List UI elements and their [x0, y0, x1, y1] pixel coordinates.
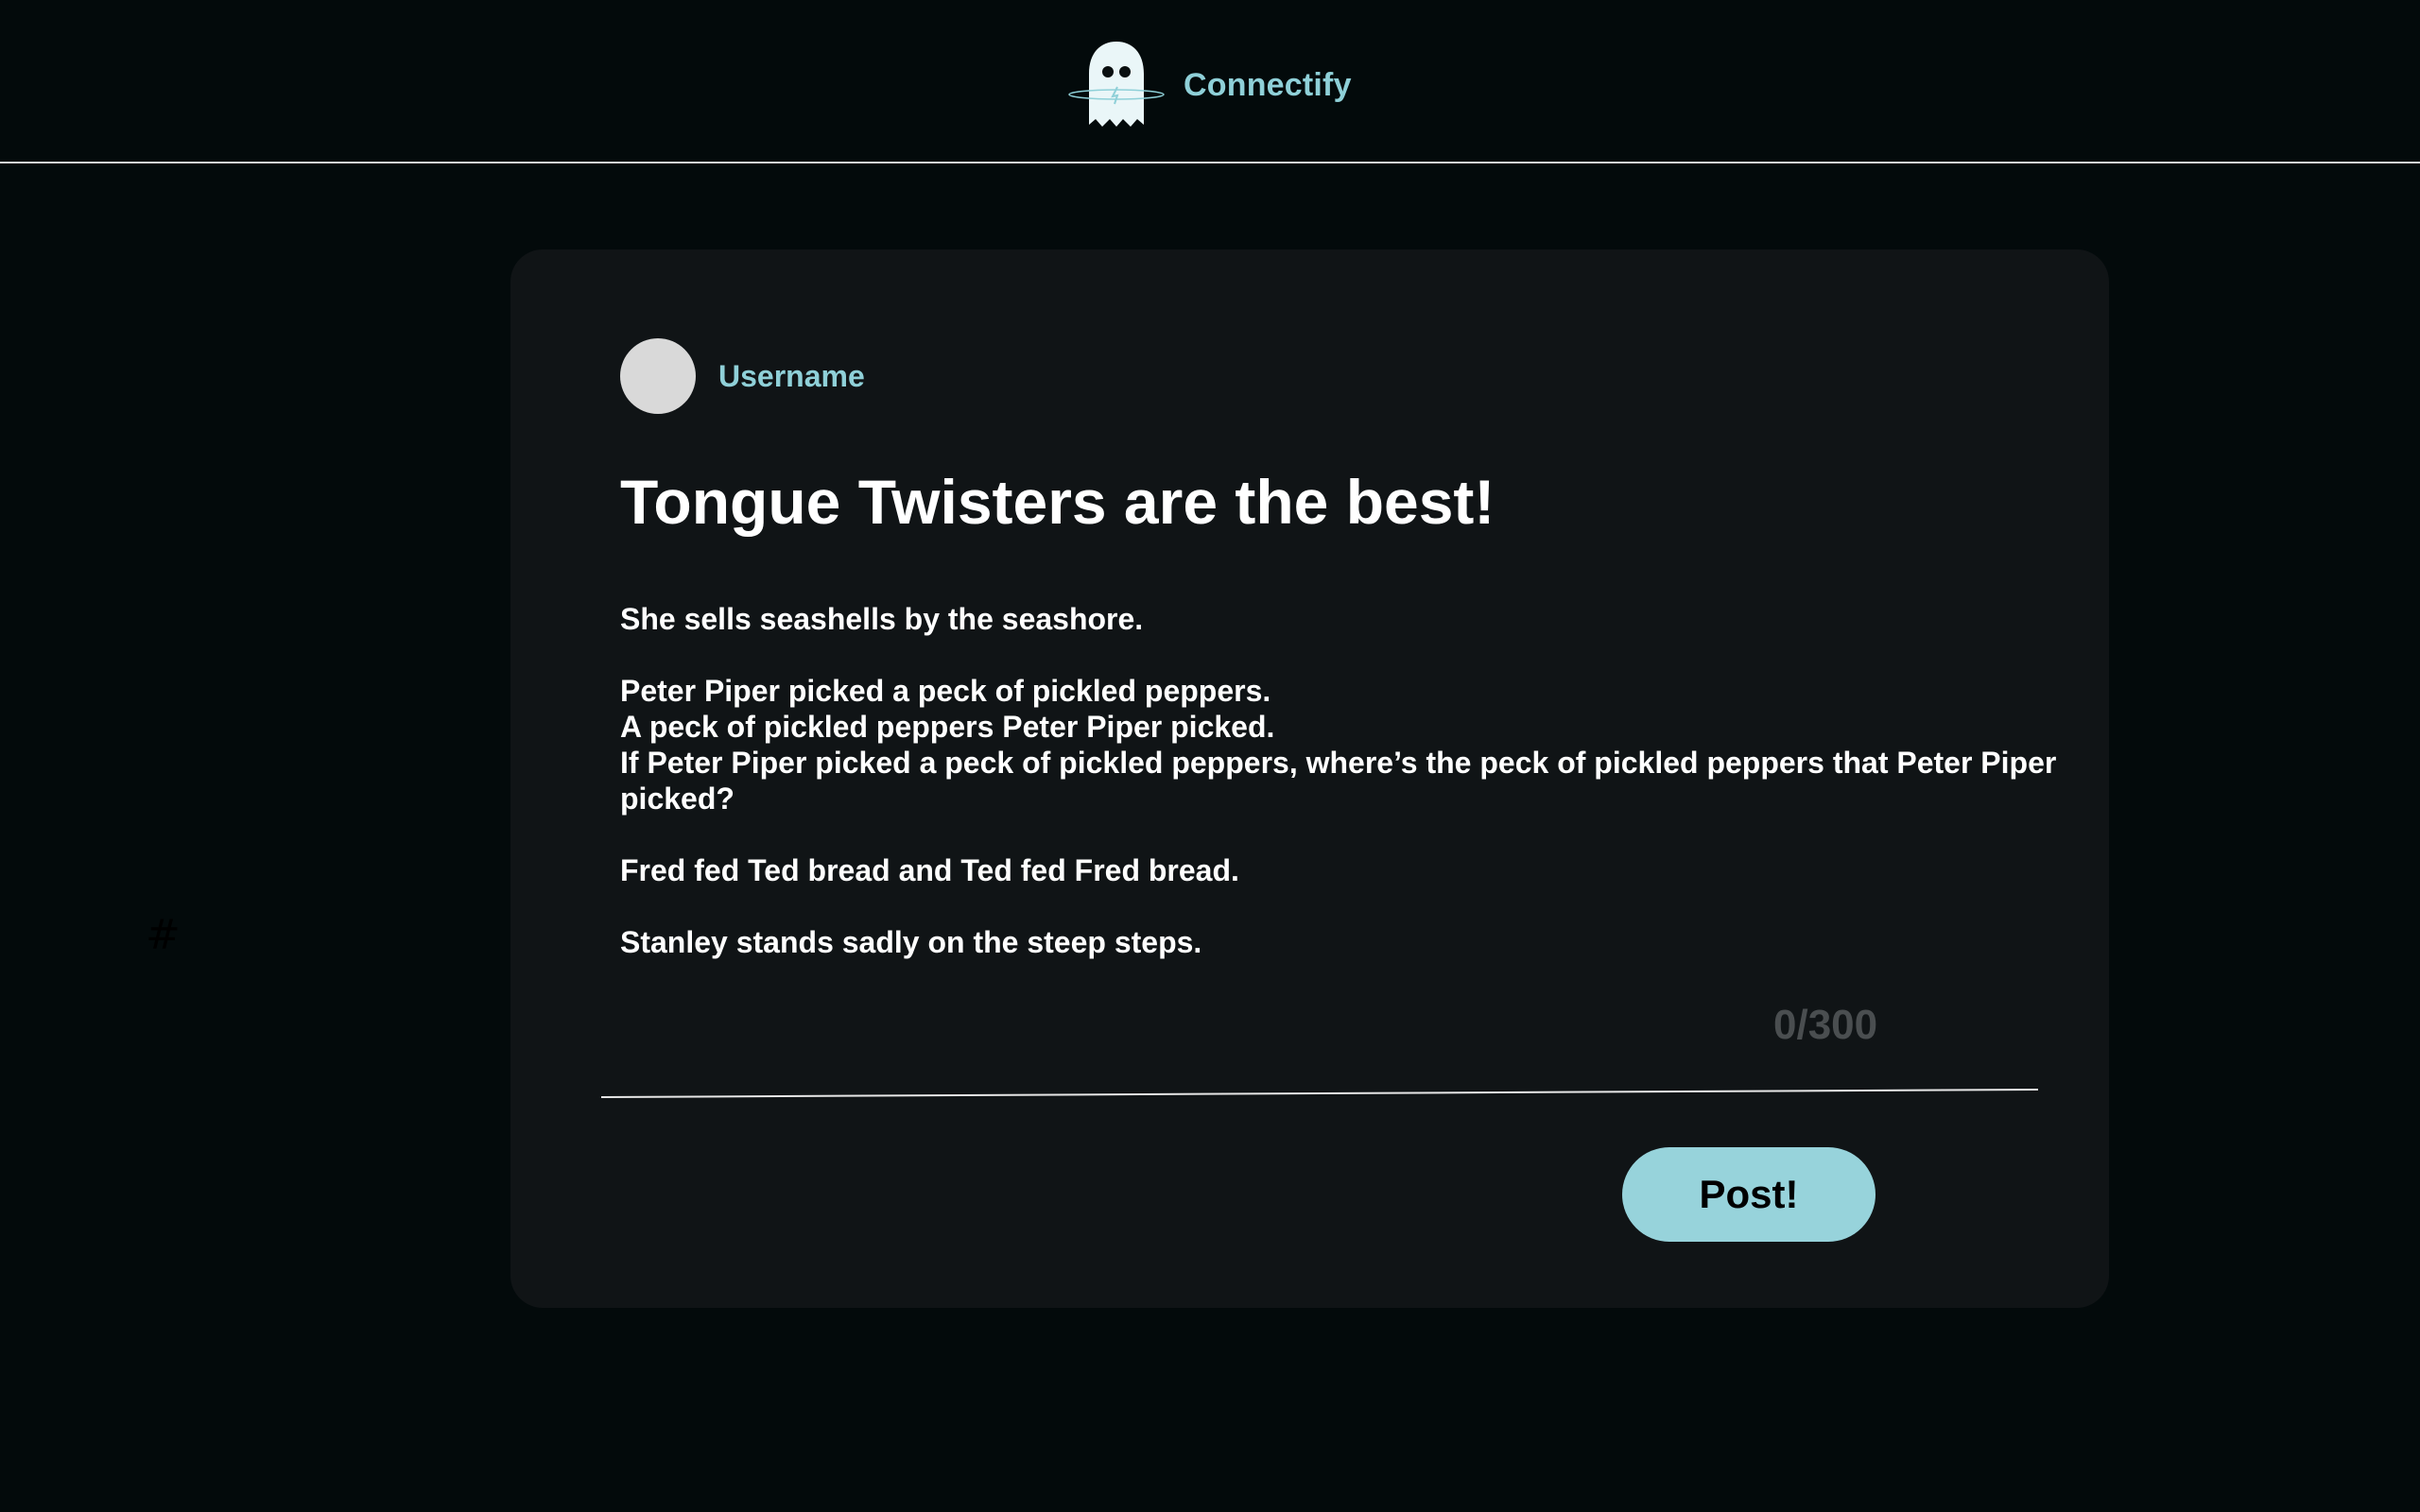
post-author[interactable]: Username [620, 338, 865, 414]
post-body[interactable]: She sells seashells by the seashore. Pet… [620, 601, 2066, 960]
post-paragraph-3: Fred fed Ted bread and Ted fed Fred brea… [620, 853, 1239, 887]
avatar[interactable] [620, 338, 696, 414]
post-button[interactable]: Post! [1622, 1147, 1876, 1242]
character-counter: 0/300 [1773, 1002, 1878, 1048]
post-paragraph-2: Peter Piper picked a peck of pickled pep… [620, 674, 2057, 816]
post-paragraph-1: She sells seashells by the seashore. [620, 602, 1144, 636]
top-header: Connectify [0, 0, 2420, 163]
brand[interactable]: Connectify [1066, 38, 1352, 132]
ghost-icon [1068, 42, 1165, 127]
post-card: Username Tongue Twisters are the best! S… [510, 249, 2109, 1308]
hash-icon[interactable]: # [146, 915, 183, 956]
username[interactable]: Username [718, 359, 865, 394]
post-paragraph-4: Stanley stands sadly on the steep steps. [620, 925, 1202, 959]
post-title: Tongue Twisters are the best! [620, 467, 1495, 537]
app-name: Connectify [1184, 66, 1352, 103]
input-divider [601, 1089, 2038, 1098]
